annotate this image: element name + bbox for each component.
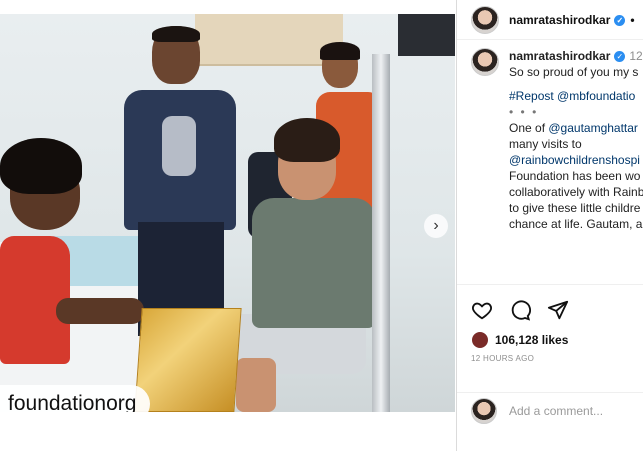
caption-username[interactable]: namratashirodkar bbox=[509, 49, 610, 63]
caption-line bbox=[509, 80, 643, 88]
instagram-post-view: foundationorg › namratashirodkar ✓ • namra… bbox=[0, 0, 643, 451]
paper-plane-icon[interactable] bbox=[547, 299, 569, 321]
caption-line: Foundation has been wo bbox=[509, 169, 641, 183]
post-actions: 106,128 likes 12 HOURS AGO bbox=[457, 284, 643, 363]
child-in-bed bbox=[0, 138, 150, 412]
header-separator: • bbox=[630, 12, 635, 27]
caption-mention-link[interactable]: @gautamghattar bbox=[548, 121, 638, 135]
caption-line: chance at life. Gautam, a bbox=[509, 217, 643, 231]
liker-avatar[interactable] bbox=[471, 331, 489, 349]
watermark-text: foundationorg bbox=[8, 392, 137, 412]
iv-pole bbox=[372, 54, 390, 412]
caption-line: One of @gautamghattar bbox=[509, 120, 643, 136]
post-caption: namratashirodkar ✓ 12 So so proud of you m… bbox=[457, 48, 643, 232]
caption-lines: So so proud of you my s #Repost @mbfounda… bbox=[509, 64, 643, 232]
caption-author-avatar[interactable] bbox=[471, 48, 499, 76]
author-avatar[interactable] bbox=[471, 5, 499, 34]
posted-timestamp: 12 HOURS AGO bbox=[471, 354, 535, 363]
comment-input[interactable] bbox=[509, 403, 639, 418]
caption-line: many visits to bbox=[509, 137, 582, 151]
comment-icon[interactable] bbox=[509, 299, 531, 321]
post-photo[interactable]: foundationorg › bbox=[0, 14, 455, 412]
author-username[interactable]: namratashirodkar ✓ • bbox=[509, 13, 635, 27]
caption-line: So so proud of you my s bbox=[509, 65, 639, 79]
caption-line: • • • bbox=[509, 105, 539, 119]
post-header: namratashirodkar ✓ • bbox=[457, 0, 643, 40]
caption-link[interactable]: @rainbowchildrenshospi bbox=[509, 152, 643, 168]
caption-text: One of bbox=[509, 121, 549, 135]
photo-bottom-margin bbox=[0, 412, 455, 451]
caption-line: to give these little childre bbox=[509, 201, 641, 215]
chevron-right-icon: › bbox=[433, 217, 439, 234]
likes-count[interactable]: 106,128 likes bbox=[495, 333, 568, 347]
caption-body: namratashirodkar ✓ 12 So so proud of you m… bbox=[509, 48, 643, 232]
post-side-panel: namratashirodkar ✓ • namratashirodkar ✓ 12 S… bbox=[456, 0, 643, 451]
photo-watermark: foundationorg bbox=[0, 385, 151, 412]
viewer-avatar bbox=[471, 397, 497, 424]
heart-icon[interactable] bbox=[471, 299, 493, 321]
author-username-text[interactable]: namratashirodkar bbox=[509, 13, 610, 27]
caption-link[interactable]: #Repost @mbfoundatio bbox=[509, 88, 643, 104]
caption-verified-icon: ✓ bbox=[614, 51, 626, 62]
caption-line: collaboratively with Rainb bbox=[509, 185, 643, 199]
caption-time: 12 bbox=[629, 49, 643, 63]
wall-tv bbox=[398, 14, 455, 56]
comment-bar bbox=[457, 392, 643, 428]
gift-box bbox=[134, 308, 242, 412]
verified-badge-icon: ✓ bbox=[614, 14, 626, 26]
carousel-next-button[interactable]: › bbox=[424, 214, 448, 238]
